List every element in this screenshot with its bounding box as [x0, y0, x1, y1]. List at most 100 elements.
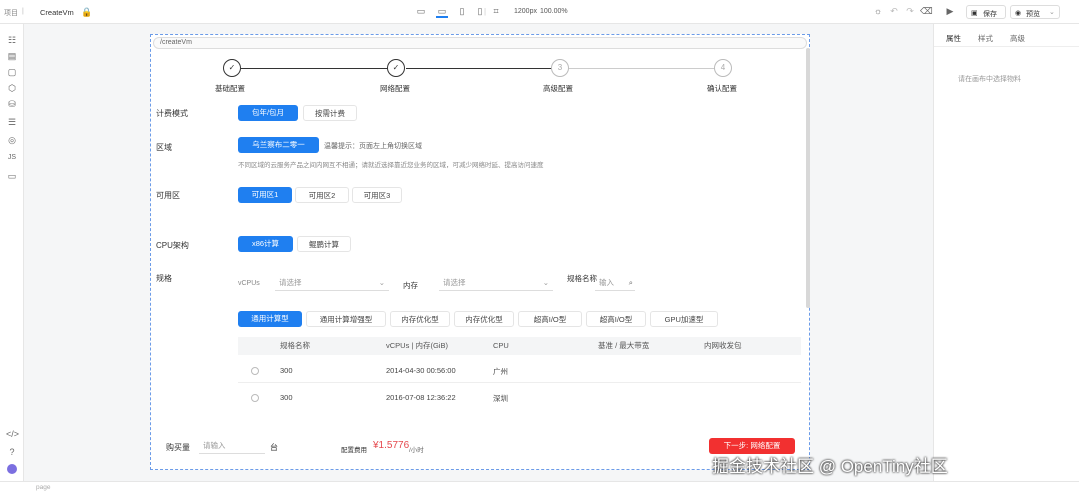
az-label: 可用区: [156, 191, 180, 200]
region-select[interactable]: 乌兰察布二零一: [238, 137, 319, 153]
left-plugin-bar: ☷ ▤ ▢ ⬡ ⛁ ☰ ◎ JS ▭ </> ?: [0, 24, 24, 481]
cpu-arch-x86[interactable]: x86计算: [238, 236, 293, 252]
memory-placeholder: 请选择: [443, 278, 466, 287]
top-toolbar: 项目 | CreateVm 🔒 ▭ ▭ ▯ ▯ | ⌗ 1200px 100.0…: [0, 0, 1079, 24]
billing-option-on-demand[interactable]: 按需计费: [303, 105, 357, 121]
spec-name-label: 规格名称: [567, 274, 597, 283]
preview-dropdown[interactable]: ◉ 预览 ⌄: [1010, 5, 1060, 19]
redo-icon[interactable]: ↷: [904, 6, 916, 16]
undo-icon[interactable]: ↶: [888, 6, 900, 16]
desktop-icon[interactable]: ▭: [415, 6, 427, 16]
route-bar: /createVm: [153, 37, 807, 49]
fee-label: 配置费用: [341, 447, 367, 454]
az-option-3[interactable]: 可用区3: [352, 187, 402, 203]
billing-label: 计费模式: [156, 109, 188, 118]
tab-styles[interactable]: 样式: [978, 33, 993, 44]
spec-tab-gpu[interactable]: GPU加速型: [650, 311, 718, 327]
avatar[interactable]: [7, 464, 17, 474]
table-cell: 2014-04-30 00:56:00: [386, 366, 456, 375]
table-cell: 300: [280, 393, 293, 402]
block-icon[interactable]: ⬡: [6, 83, 18, 93]
help-icon[interactable]: ?: [6, 447, 18, 457]
row-radio[interactable]: [251, 394, 259, 402]
step-2-label: 网络配置: [380, 84, 410, 93]
save-button[interactable]: ▣ 保存: [966, 5, 1006, 19]
column-header[interactable]: 规格名称: [280, 337, 310, 355]
cpu-arch-label: CPU架构: [156, 241, 189, 250]
pages-icon[interactable]: ☷: [6, 35, 18, 45]
spec-label: 规格: [156, 274, 172, 283]
tablet-icon[interactable]: ▯: [456, 6, 468, 16]
spec-tab-io-1[interactable]: 超高I/O型: [518, 311, 582, 327]
step-4-circle[interactable]: 4: [714, 59, 732, 77]
table-cell: 深圳: [493, 394, 508, 403]
table-row[interactable]: 300 2016-07-08 12:36:22 深圳: [238, 384, 801, 410]
price-unit: /小时: [409, 447, 424, 454]
column-header[interactable]: CPU: [493, 337, 509, 355]
components-icon[interactable]: ▤: [6, 51, 18, 61]
code-icon[interactable]: </>: [6, 429, 19, 439]
vcpus-select[interactable]: 请选择 ⌄: [275, 275, 389, 291]
save-icon: ▣: [971, 10, 978, 17]
tab-properties[interactable]: 属性: [946, 33, 961, 47]
clear-icon[interactable]: ⌫: [920, 6, 933, 16]
document-icon[interactable]: ▢: [6, 67, 18, 77]
separator: |: [22, 8, 24, 15]
step-4-label: 确认配置: [707, 84, 737, 93]
az-option-1[interactable]: 可用区1: [238, 187, 292, 203]
chevron-down-icon: ⌄: [378, 278, 385, 287]
layers-icon[interactable]: ☰: [6, 117, 18, 127]
cpu-arch-kunpeng[interactable]: 鲲鹏计算: [297, 236, 351, 252]
database-icon[interactable]: ⛁: [6, 99, 18, 109]
save-label: 保存: [983, 11, 997, 18]
laptop-icon[interactable]: ▭: [436, 6, 448, 18]
page-name[interactable]: CreateVm: [40, 8, 74, 17]
az-option-2[interactable]: 可用区2: [295, 187, 349, 203]
tab-advanced[interactable]: 高级: [1010, 33, 1025, 44]
lock-icon[interactable]: 🔒: [81, 7, 93, 17]
column-header[interactable]: vCPUs | 内存(GiB): [386, 337, 448, 355]
spec-name-placeholder: 输入: [599, 278, 614, 287]
ruler-icon[interactable]: ⌗: [490, 6, 502, 16]
step-1-circle[interactable]: ✓: [223, 59, 241, 77]
billing-option-annual[interactable]: 包年/包月: [238, 105, 298, 121]
spec-tab-io-2[interactable]: 超高I/O型: [586, 311, 646, 327]
canvas-scrollbar[interactable]: [806, 48, 810, 308]
sun-icon[interactable]: ☼: [872, 6, 884, 16]
column-header[interactable]: 内网收发包: [704, 337, 742, 355]
region-hint: 温馨提示：页面左上角切换区域: [324, 143, 422, 150]
quantity-unit: 台: [270, 443, 278, 452]
step-3-label: 高级配置: [543, 84, 573, 93]
table-cell: 300: [280, 366, 293, 375]
spec-name-input[interactable]: 输入 ⌕: [595, 275, 635, 291]
js-icon[interactable]: JS: [6, 153, 18, 163]
zoom-level[interactable]: 100.00%: [540, 8, 568, 15]
table-row[interactable]: 300 2014-04-30 00:56:00 广州: [238, 357, 801, 383]
step-2-circle[interactable]: ✓: [387, 59, 405, 77]
step-3-circle[interactable]: 3: [551, 59, 569, 77]
spec-tab-memory-1[interactable]: 内存优化型: [390, 311, 450, 327]
spec-tab-general[interactable]: 通用计算型: [238, 311, 302, 327]
row-radio[interactable]: [251, 367, 259, 375]
quantity-input[interactable]: 请输入: [199, 438, 265, 454]
play-icon[interactable]: ▶: [944, 6, 956, 16]
step-1-label: 基础配置: [215, 84, 245, 93]
spec-tab-memory-2[interactable]: 内存优化型: [454, 311, 514, 327]
spec-tab-general-enhanced[interactable]: 通用计算增强型: [306, 311, 386, 327]
globe-icon[interactable]: ◎: [6, 135, 18, 145]
region-note: 不同区域的云服务产品之间内网互不相通；请就近选择靠近您业务的区域，可减少网络时延…: [238, 162, 544, 169]
search-icon: ⌕: [628, 278, 633, 287]
quantity-label: 购买量: [166, 443, 190, 452]
table-cell: 广州: [493, 367, 508, 376]
chevron-down-icon: ⌄: [1049, 9, 1055, 16]
design-canvas[interactable]: /createVm ✓ ✓ 3 4 基础配置 网络配置 高级配置 确认配置 计费…: [150, 34, 810, 470]
memory-select[interactable]: 请选择 ⌄: [439, 275, 553, 291]
empty-selection-text: 请在画布中选择物料: [958, 76, 1021, 83]
price-value: ¥1.5776: [373, 440, 410, 451]
project-label[interactable]: 项目: [4, 8, 18, 18]
column-header[interactable]: 基准 / 最大带宽: [598, 337, 649, 355]
schema-icon[interactable]: ▭: [6, 171, 18, 181]
spec-table: 规格名称 vCPUs | 内存(GiB) CPU 基准 / 最大带宽 内网收发包…: [238, 337, 801, 409]
canvas-width[interactable]: 1200px: [514, 8, 537, 15]
quantity-placeholder: 请输入: [203, 441, 226, 450]
